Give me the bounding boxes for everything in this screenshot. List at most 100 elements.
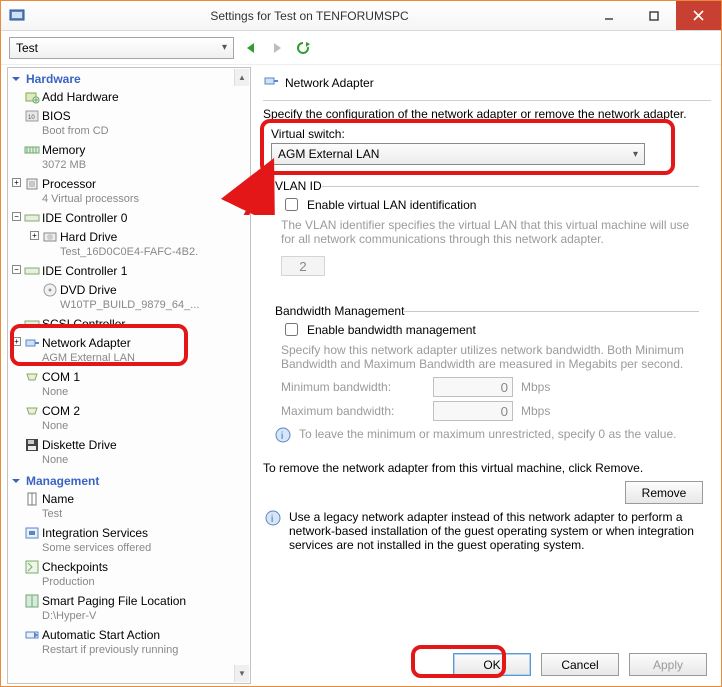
- details-panel: Network Adapter Specify the configuratio…: [251, 65, 721, 686]
- paging-icon: [24, 593, 40, 609]
- nav-forward-button[interactable]: [268, 39, 286, 57]
- svg-text:i: i: [281, 431, 283, 442]
- category-management[interactable]: Management: [8, 470, 250, 490]
- controller-icon: [24, 210, 40, 226]
- tree-label: SCSI Controller: [42, 317, 125, 331]
- tree-sublabel: 3072 MB: [42, 158, 246, 173]
- vm-selector-value: Test: [16, 41, 38, 55]
- ok-button[interactable]: OK: [453, 653, 531, 676]
- collapse-icon[interactable]: −: [12, 265, 21, 274]
- dialog-buttons: OK Cancel Apply: [453, 653, 707, 676]
- titlebar: Settings for Test on TENFORUMSPC: [1, 1, 721, 31]
- tree-label: Diskette Drive: [42, 438, 117, 452]
- cancel-button[interactable]: Cancel: [541, 653, 619, 676]
- com-port-icon: [24, 403, 40, 419]
- sidebar-item-diskette[interactable]: Diskette Drive None: [8, 436, 250, 470]
- sidebar-item-add-hardware[interactable]: Add Hardware: [8, 88, 250, 107]
- scroll-down-button[interactable]: ▼: [234, 665, 249, 682]
- tree-sublabel: None: [42, 419, 246, 434]
- tree-label: Add Hardware: [42, 90, 119, 104]
- sidebar-item-scsi[interactable]: SCSI Controller: [8, 315, 250, 334]
- collapse-icon[interactable]: −: [12, 212, 21, 221]
- tree-label: Hard Drive: [60, 230, 117, 244]
- chevron-down-icon: ▾: [633, 149, 638, 160]
- toolbar: Test ▾: [1, 31, 721, 65]
- sidebar-item-name[interactable]: Name Test: [8, 490, 250, 524]
- vm-selector[interactable]: Test ▾: [9, 37, 234, 59]
- virtual-switch-combo[interactable]: AGM External LAN ▾: [271, 143, 645, 165]
- sidebar-item-network-adapter[interactable]: + Network Adapter AGM External LAN: [8, 334, 250, 368]
- tree-sublabel: AGM External LAN: [42, 351, 246, 366]
- sidebar-item-integration-services[interactable]: Integration Services Some services offer…: [8, 524, 250, 558]
- scroll-up-button[interactable]: ▲: [234, 69, 249, 86]
- sidebar-item-hard-drive[interactable]: + Hard Drive Test_16D0C0E4-FAFC-4B2.: [8, 228, 250, 262]
- vlan-id-input[interactable]: [281, 256, 325, 276]
- unit-label: Mbps: [521, 404, 550, 418]
- network-adapter-icon: [24, 335, 40, 351]
- refresh-button[interactable]: [294, 39, 312, 57]
- window-buttons: [586, 1, 721, 30]
- enable-vlan-label: Enable virtual LAN identification: [307, 198, 476, 212]
- tree-label: Memory: [42, 143, 85, 157]
- virtual-switch-label: Virtual switch:: [271, 127, 711, 141]
- sidebar-item-checkpoints[interactable]: Checkpoints Production: [8, 558, 250, 592]
- info-icon: i: [275, 427, 291, 443]
- enable-vlan-checkbox[interactable]: [285, 198, 298, 211]
- remove-button[interactable]: Remove: [625, 481, 703, 504]
- tree-label: Smart Paging File Location: [42, 594, 186, 608]
- sidebar-item-smart-paging[interactable]: Smart Paging File Location D:\Hyper-V: [8, 592, 250, 626]
- tree-label: Integration Services: [42, 526, 148, 540]
- autostart-icon: [24, 627, 40, 643]
- sidebar-item-dvd-drive[interactable]: DVD Drive W10TP_BUILD_9879_64_...: [8, 281, 250, 315]
- tree-sublabel: W10TP_BUILD_9879_64_...: [60, 298, 246, 313]
- chevron-down-icon: ▾: [222, 42, 227, 53]
- expand-icon[interactable]: +: [12, 337, 21, 346]
- svg-text:i: i: [271, 514, 273, 525]
- sidebar-item-processor[interactable]: + Processor 4 Virtual processors: [8, 175, 250, 209]
- bandwidth-note: To leave the minimum or maximum unrestri…: [299, 427, 676, 441]
- panel-title: Network Adapter: [285, 76, 374, 90]
- minimize-button[interactable]: [586, 1, 631, 30]
- max-bandwidth-input[interactable]: [433, 401, 513, 421]
- bandwidth-hint: Specify how this network adapter utilize…: [281, 343, 699, 371]
- sidebar-item-ide0[interactable]: − IDE Controller 0: [8, 209, 250, 228]
- expand-icon[interactable]: +: [30, 231, 39, 240]
- maximize-button[interactable]: [631, 1, 676, 30]
- remove-text: To remove the network adapter from this …: [263, 461, 711, 475]
- category-hardware[interactable]: Hardware: [8, 68, 250, 88]
- max-bandwidth-label: Maximum bandwidth:: [275, 404, 425, 418]
- apply-button[interactable]: Apply: [629, 653, 707, 676]
- tree-label: BIOS: [42, 109, 71, 123]
- tree-sublabel: None: [42, 453, 246, 468]
- sidebar-item-ide1[interactable]: − IDE Controller 1: [8, 262, 250, 281]
- hard-drive-icon: [42, 229, 58, 245]
- tree-sublabel: Test_16D0C0E4-FAFC-4B2.: [60, 245, 246, 260]
- bios-icon: 10: [24, 108, 40, 124]
- min-bandwidth-input[interactable]: [433, 377, 513, 397]
- controller-icon: [24, 316, 40, 332]
- expand-icon[interactable]: +: [12, 178, 21, 187]
- tree-sublabel: Production: [42, 575, 246, 590]
- tree-label: IDE Controller 1: [42, 264, 127, 278]
- tree-label: Automatic Start Action: [42, 628, 160, 642]
- tree-label: COM 1: [42, 370, 80, 384]
- sidebar-item-com1[interactable]: COM 1 None: [8, 368, 250, 402]
- tree-label: Name: [42, 492, 74, 506]
- sidebar-item-com2[interactable]: COM 2 None: [8, 402, 250, 436]
- network-adapter-icon: [263, 73, 279, 92]
- close-button[interactable]: [676, 1, 721, 30]
- enable-bandwidth-checkbox[interactable]: [285, 323, 298, 336]
- tree-sublabel: Some services offered: [42, 541, 246, 556]
- tree-label: DVD Drive: [60, 283, 117, 297]
- tree-label: Processor: [42, 177, 96, 191]
- virtual-switch-value: AGM External LAN: [278, 147, 379, 161]
- settings-tree: Hardware Add Hardware 10 BIOS Boot from …: [7, 67, 251, 684]
- memory-icon: [24, 142, 40, 158]
- controller-icon: [24, 263, 40, 279]
- app-icon: [9, 8, 25, 24]
- sidebar-item-bios[interactable]: 10 BIOS Boot from CD: [8, 107, 250, 141]
- sidebar-item-auto-start[interactable]: Automatic Start Action Restart if previo…: [8, 626, 250, 660]
- sidebar-item-memory[interactable]: Memory 3072 MB: [8, 141, 250, 175]
- tree-sublabel: Boot from CD: [42, 124, 246, 139]
- nav-back-button[interactable]: [242, 39, 260, 57]
